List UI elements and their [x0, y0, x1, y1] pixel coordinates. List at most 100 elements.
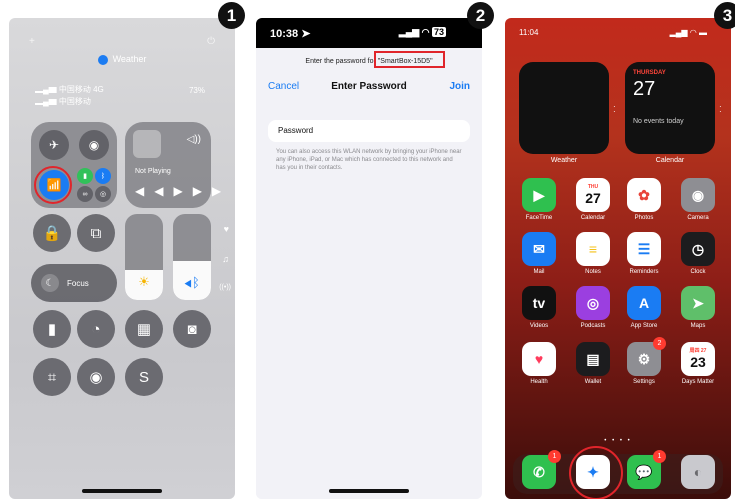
clock-icon: ◷: [681, 232, 715, 266]
videos-glyph: tv: [532, 295, 546, 311]
messages-glyph: 💬: [635, 463, 653, 480]
wifi-icon: ◠: [689, 28, 699, 37]
volume-slider[interactable]: ◀ᛒ: [173, 214, 211, 300]
status-time: 10:38 ➤: [270, 27, 310, 40]
widget-page-dots: · ·: [613, 102, 616, 116]
status-time-label: 10:38: [270, 28, 299, 40]
next-track-icon[interactable]: ▶▶: [193, 184, 231, 198]
page-indicator[interactable]: • • • •: [505, 438, 731, 444]
calculator-toggle[interactable]: ▦: [125, 310, 163, 348]
calculator-icon: ▦: [136, 321, 152, 338]
app-notes[interactable]: ≡ Notes: [576, 232, 610, 275]
app-clock[interactable]: ◷ Clock: [681, 232, 715, 275]
app-app-store[interactable]: A App Store: [627, 286, 661, 329]
app-camera[interactable]: ◉ Camera: [681, 178, 715, 221]
join-button[interactable]: Join: [449, 81, 470, 92]
app-label: App Store: [630, 323, 658, 329]
airplane-mode-toggle[interactable]: ✈: [39, 130, 69, 160]
contacts-icon: ◐: [681, 455, 715, 489]
health-glyph: ♥: [534, 351, 544, 367]
airplay-audio-icon[interactable]: ◁)): [187, 134, 201, 145]
app-label: Days Matter: [681, 379, 715, 385]
notification-badge: 1: [548, 450, 561, 463]
mail-icon: ✉: [522, 232, 556, 266]
weather-widget[interactable]: [519, 62, 609, 154]
photos-glyph: ✿: [638, 186, 650, 203]
airdrop-icon: ◉: [88, 138, 100, 152]
facetime-glyph: ▶: [533, 186, 545, 203]
play-icon[interactable]: ▶: [173, 184, 192, 198]
bluetooth-toggle[interactable]: ᛒ: [95, 168, 111, 184]
orientation-lock-toggle[interactable]: 🔒: [33, 214, 71, 252]
app-reminders[interactable]: ☰ Reminders: [627, 232, 661, 275]
hotspot-toggle[interactable]: ◎: [95, 186, 111, 202]
focus-toggle[interactable]: ☾ Focus: [31, 264, 117, 302]
screen-mirroring-icon: ⧉: [90, 224, 102, 242]
password-help-text: You can also access this WLAN network by…: [276, 149, 462, 171]
videos-icon: tv: [522, 286, 556, 320]
home-indicator[interactable]: [82, 489, 162, 493]
status-icons: ▂▄▆ ◠ 73: [399, 27, 446, 38]
add-control-icon[interactable]: +: [29, 36, 35, 47]
screen-recording-toggle[interactable]: ◉: [77, 358, 115, 396]
flashlight-icon: ▮: [47, 321, 57, 338]
battery-icon: 73: [431, 27, 446, 37]
notes-icon: ≡: [576, 232, 610, 266]
dock-app-contacts[interactable]: ◐: [681, 455, 715, 489]
code-scanner-toggle[interactable]: ⌗: [33, 358, 71, 396]
app-days-matter[interactable]: 周四 27 23 Days Matter: [681, 342, 715, 385]
airdrop-toggle[interactable]: ◉: [79, 130, 109, 160]
music-note-icon: ♫: [222, 254, 229, 264]
flashlight-toggle[interactable]: ▮: [33, 310, 71, 348]
calendar-widget-day: THURSDAY: [633, 70, 666, 76]
previous-track-icon[interactable]: ◀◀: [135, 184, 173, 198]
dock-app-messages[interactable]: 💬 1: [627, 450, 666, 489]
signal-icon: ▂▄▆: [398, 27, 422, 37]
home-indicator[interactable]: [329, 489, 409, 493]
facetime-icon: ▶: [522, 178, 556, 212]
calendar-widget[interactable]: THURSDAY 27 No events today: [625, 62, 715, 154]
signal-icon: ▂▄▆: [35, 85, 59, 94]
brightness-slider[interactable]: ☀: [125, 214, 163, 300]
photos-icon: ✿: [627, 178, 661, 212]
dock-app-phone[interactable]: ✆ 1: [522, 450, 561, 489]
app-photos[interactable]: ✿ Photos: [627, 178, 661, 221]
camera-icon: ◙: [187, 320, 197, 338]
bluetooth-icon: ᛒ: [100, 172, 106, 180]
app-mail[interactable]: ✉ Mail: [522, 232, 556, 275]
vpn-toggle[interactable]: ∞: [77, 186, 93, 202]
now-playing-tile[interactable]: ◁)) Not Playing ◀◀▶▶▶: [125, 122, 221, 208]
cellular-toggle[interactable]: ▮: [77, 168, 93, 184]
screen-mirroring-toggle[interactable]: ⧉: [77, 214, 115, 252]
wifi-highlight-ring: [34, 166, 72, 204]
radio-icon: ((•)): [219, 284, 231, 291]
stage: + ⏻ Weather ▂▄▆ 中国移动 4G ▂▄▆ 中国移动 73% ✈ ◉…: [0, 0, 735, 501]
control-center-top: + ⏻: [23, 36, 221, 48]
app-label: Health: [530, 379, 548, 385]
app-settings[interactable]: ⚙ 2 Settings: [627, 337, 666, 385]
app-podcasts[interactable]: ◎ Podcasts: [576, 286, 610, 329]
wallet-icon: ▤: [576, 342, 610, 376]
app-calendar[interactable]: THU 27 Calendar: [576, 178, 610, 221]
shazam-toggle[interactable]: S: [125, 358, 163, 396]
app-label: Clock: [690, 269, 706, 275]
password-field[interactable]: Password: [268, 120, 470, 142]
weather-location-icon: [97, 54, 108, 65]
app-wallet[interactable]: ▤ Wallet: [576, 342, 610, 385]
widget-page-dots: · ·: [719, 102, 722, 116]
timer-toggle[interactable]: ◔: [77, 310, 115, 348]
app-label: Calendar: [580, 215, 606, 221]
camera-toggle[interactable]: ◙: [173, 310, 211, 348]
app-health[interactable]: ♥ Health: [522, 342, 556, 385]
password-label: Password: [278, 126, 314, 135]
app-videos[interactable]: tv Videos: [522, 286, 556, 329]
app-maps[interactable]: ➤ Maps: [681, 286, 715, 329]
app-facetime[interactable]: ▶ FaceTime: [522, 178, 556, 221]
step-badge-2: 2: [467, 2, 494, 29]
podcasts-glyph: ◎: [586, 294, 600, 311]
signal-icon: ▂▄▆: [35, 97, 59, 106]
power-icon[interactable]: ⏻: [207, 36, 215, 47]
app-label: Mail: [533, 269, 545, 275]
app-label: Podcasts: [580, 323, 606, 329]
weather-label: Weather: [112, 54, 147, 64]
